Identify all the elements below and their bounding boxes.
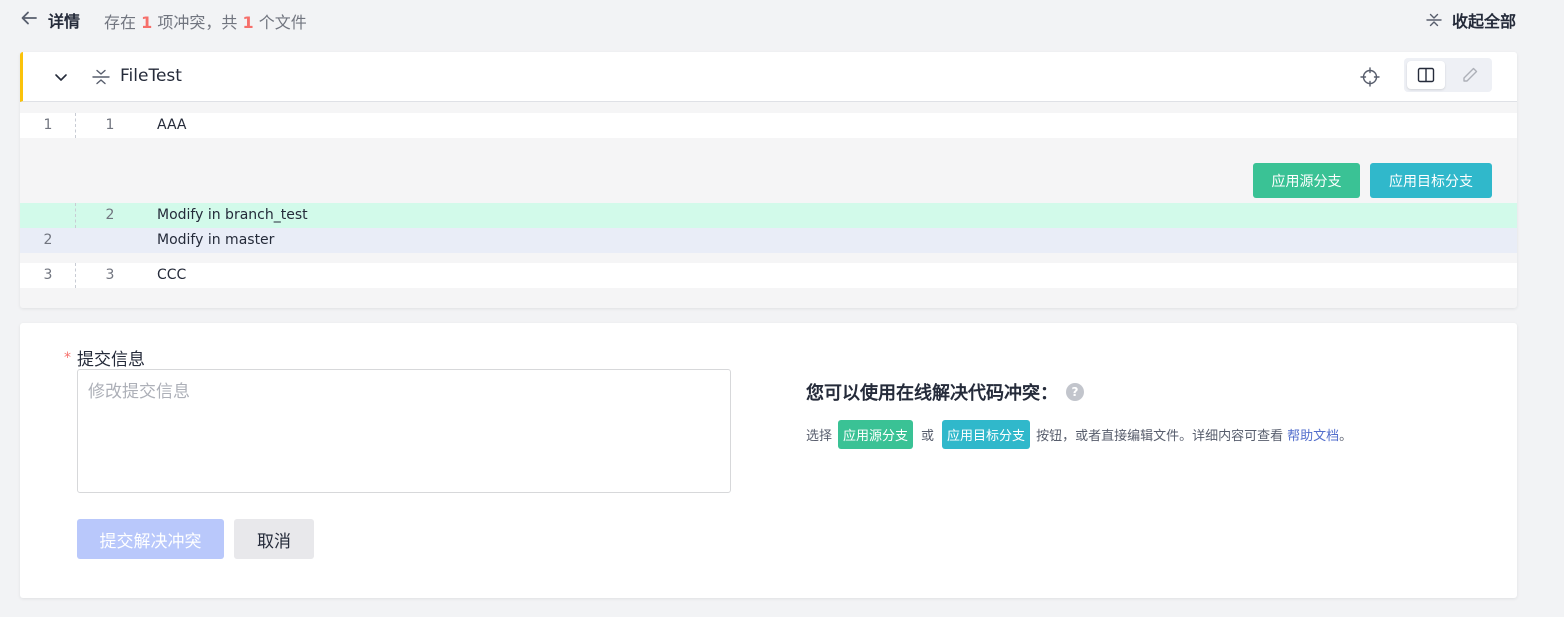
file-name: FileTest <box>120 66 182 86</box>
tip-title: 您可以使用在线解决代码冲突： ? <box>806 379 1084 405</box>
collapse-all-label: 收起全部 <box>1451 12 1516 31</box>
right-line-number: 2 <box>105 207 115 223</box>
left-line-number: 3 <box>43 267 53 283</box>
split-view-icon <box>1417 67 1435 83</box>
right-line-number: 1 <box>105 117 115 133</box>
commit-card: * 提交信息 修改提交信息 提交解决冲突 取消 您可以使用在线解决代码冲突： ?… <box>20 323 1517 598</box>
right-line-number: 3 <box>105 267 115 283</box>
help-doc-link[interactable]: 帮助文档 <box>1287 425 1339 444</box>
tip-description: 选择 应用源分支 或 应用目标分支 按钮，或者直接编辑文件。详细内容可查看 帮助… <box>806 420 1352 449</box>
edit-icon[interactable] <box>1460 65 1480 85</box>
code-line: 1 1 AAA <box>20 113 1517 138</box>
file-count: 1 <box>242 13 254 32</box>
source-tag: 应用源分支 <box>838 420 914 449</box>
commit-message-label: 提交信息 <box>77 350 145 370</box>
code-text: Modify in branch_test <box>157 207 308 223</box>
apply-source-branch-button[interactable]: 应用源分支 <box>1253 163 1360 198</box>
cancel-button[interactable]: 取消 <box>234 519 314 559</box>
code-text: CCC <box>157 267 187 283</box>
top-bar: 详情 存在 1 项冲突，共 1 个文件 收起全部 <box>0 0 1564 38</box>
conflict-count: 1 <box>141 13 153 32</box>
required-mark: * <box>64 350 71 366</box>
code-line-source: 2 Modify in branch_test <box>20 203 1517 228</box>
file-header: FileTest <box>20 52 1517 102</box>
back-arrow-icon[interactable] <box>19 8 39 28</box>
chevron-down-icon[interactable] <box>53 69 69 85</box>
conflict-summary: 存在 1 项冲突，共 1 个文件 <box>104 13 307 32</box>
commit-message-input[interactable]: 修改提交信息 <box>77 369 731 493</box>
split-view-button[interactable] <box>1407 61 1445 89</box>
code-text: Modify in master <box>157 232 275 248</box>
page-title: 详情 <box>48 12 81 31</box>
target-tag: 应用目标分支 <box>942 420 1031 449</box>
left-line-number: 1 <box>43 117 53 133</box>
code-line-target: 2 Modify in master <box>20 228 1517 253</box>
collapse-all-button[interactable]: 收起全部 <box>1426 8 1516 32</box>
conflict-file-card: FileTest 1 1 AAA 应用源分支 应用目标分支 2 Modify i… <box>20 52 1517 308</box>
left-line-number: 2 <box>43 232 53 248</box>
locate-icon[interactable] <box>1360 67 1380 87</box>
code-line: 3 3 CCC <box>20 263 1517 288</box>
collapse-icon <box>1426 13 1442 27</box>
code-text: AAA <box>157 117 187 133</box>
submit-resolve-button[interactable]: 提交解决冲突 <box>77 519 224 559</box>
apply-target-branch-button[interactable]: 应用目标分支 <box>1370 163 1492 198</box>
view-mode-toggle <box>1404 58 1492 92</box>
help-icon[interactable]: ? <box>1066 383 1084 401</box>
fold-icon[interactable] <box>91 67 111 87</box>
